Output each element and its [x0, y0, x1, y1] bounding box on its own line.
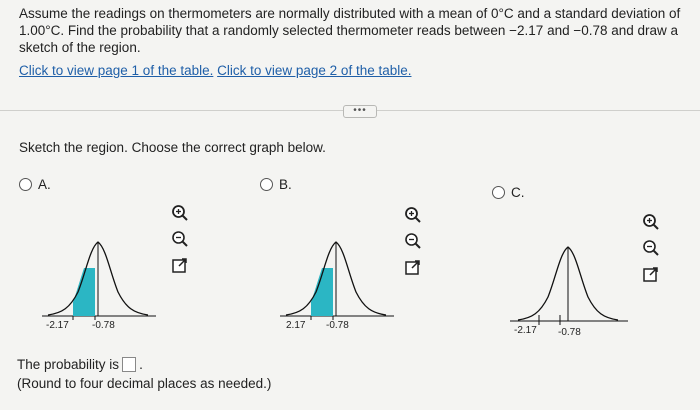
graph-a-label-left: -2.17: [46, 320, 69, 331]
instruction-text: Sketch the region. Choose the correct gr…: [19, 140, 326, 155]
zoom-out-icon[interactable]: [170, 229, 190, 249]
open-new-window-icon[interactable]: [170, 255, 190, 275]
graph-a-tools: [170, 203, 190, 281]
probability-line: The probability is .: [17, 357, 143, 372]
graph-b: 2.17 -0.78: [280, 241, 394, 331]
option-a-radio[interactable]: [19, 178, 32, 191]
graph-c-plot: -2.17 -0.78: [510, 246, 628, 338]
zoom-in-icon[interactable]: [641, 212, 661, 232]
open-new-window-icon[interactable]: [641, 264, 661, 284]
question-text: Assume the readings on thermometers are …: [19, 5, 691, 56]
graph-a-plot: -2.17 -0.78: [42, 241, 156, 331]
zoom-in-icon[interactable]: [170, 203, 190, 223]
option-a-label: A.: [38, 177, 51, 192]
rounding-note: (Round to four decimal places as needed.…: [17, 376, 272, 391]
more-button[interactable]: •••: [343, 105, 377, 118]
link-table-page-2[interactable]: Click to view page 2 of the table.: [217, 63, 411, 78]
option-c-radio[interactable]: [492, 186, 505, 199]
zoom-in-icon[interactable]: [403, 205, 423, 225]
graph-c: -2.17 -0.78: [510, 246, 628, 338]
zoom-out-icon[interactable]: [641, 238, 661, 258]
option-c[interactable]: C.: [492, 185, 525, 200]
graph-b-tools: [403, 205, 423, 283]
graph-b-label-right: -0.78: [326, 320, 349, 331]
option-c-label: C.: [511, 185, 525, 200]
option-b-radio[interactable]: [260, 178, 273, 191]
graph-a-label-right: -0.78: [92, 320, 115, 331]
question-line-3: sketch of the region.: [19, 40, 141, 55]
graph-a: -2.17 -0.78: [42, 241, 156, 331]
probability-prefix: The probability is: [17, 357, 120, 372]
probability-answer-input[interactable]: [122, 357, 137, 372]
open-new-window-icon[interactable]: [403, 257, 423, 277]
option-b[interactable]: B.: [260, 177, 292, 192]
question-line-2: 1.00°C. Find the probability that a rand…: [19, 23, 679, 38]
graph-b-label-left: 2.17: [286, 320, 306, 331]
question-line-1: Assume the readings on thermometers are …: [19, 6, 681, 21]
graph-b-plot: 2.17 -0.78: [280, 241, 394, 331]
graph-c-tools: [641, 212, 661, 290]
zoom-out-icon[interactable]: [403, 231, 423, 251]
link-table-page-1[interactable]: Click to view page 1 of the table.: [19, 63, 213, 78]
option-a[interactable]: A.: [19, 177, 51, 192]
table-links: Click to view page 1 of the table. Click…: [19, 63, 411, 78]
graph-c-label-left: -2.17: [514, 325, 537, 336]
option-b-label: B.: [279, 177, 292, 192]
graph-c-label-right: -0.78: [558, 327, 581, 338]
probability-suffix: .: [139, 357, 143, 372]
